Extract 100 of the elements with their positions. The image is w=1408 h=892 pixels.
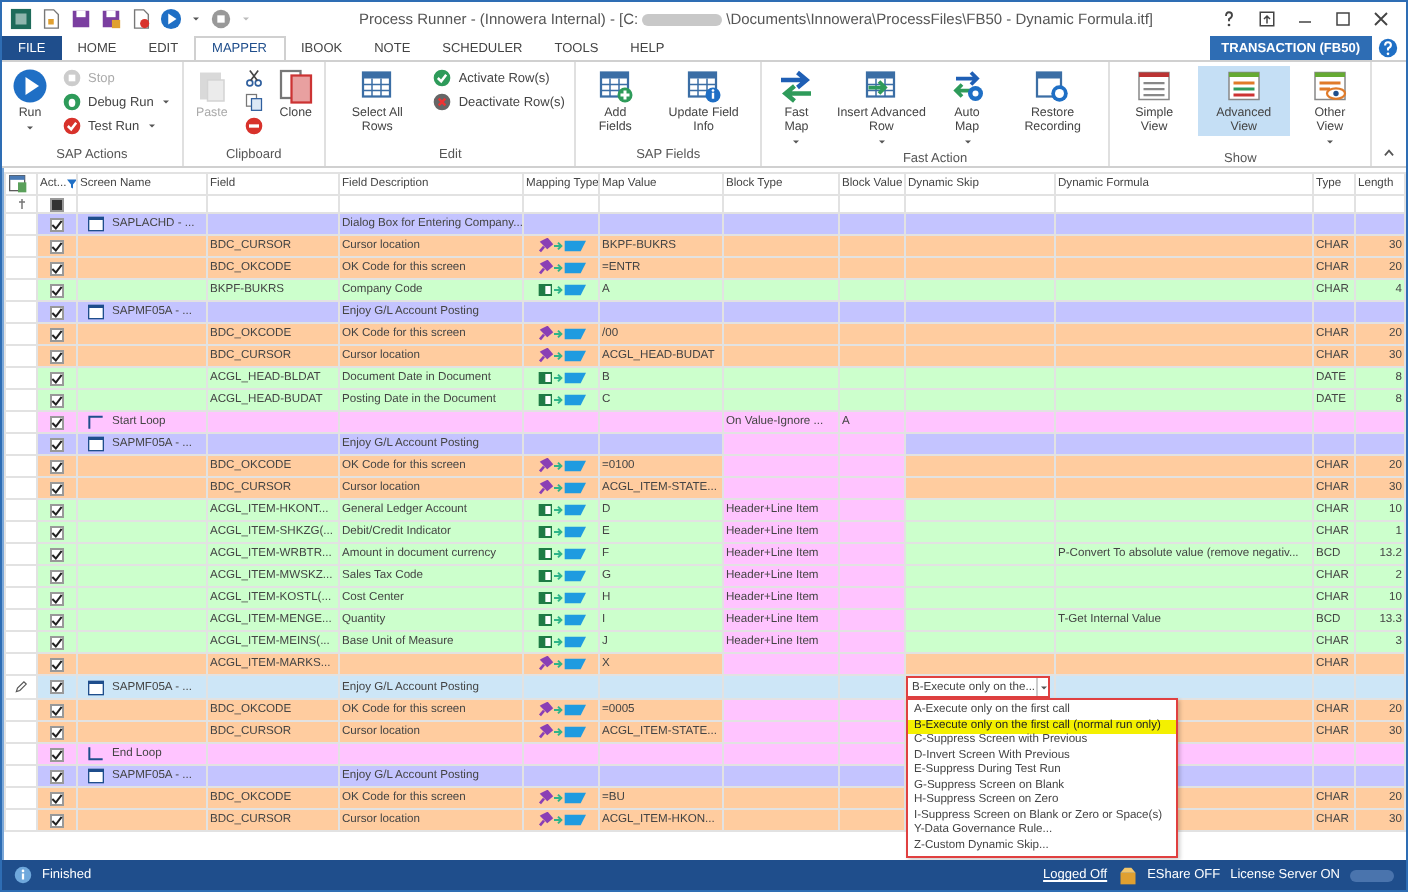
- pin-arrow-icon: [537, 812, 585, 828]
- close-icon[interactable]: [1372, 10, 1390, 28]
- column-chooser-icon[interactable]: [8, 175, 28, 193]
- stop-icon: [62, 68, 82, 88]
- checkbox[interactable]: [50, 327, 64, 341]
- ribbon-toggle-icon[interactable]: [1258, 10, 1276, 28]
- checkbox[interactable]: [50, 371, 64, 385]
- spreadsheet-arrow-icon: [537, 392, 585, 408]
- checkbox[interactable]: [50, 769, 64, 783]
- loop-start-icon: [84, 414, 108, 430]
- pin-arrow-icon: [537, 702, 585, 718]
- redaction-mark: [1350, 869, 1394, 881]
- document-stop-icon[interactable]: [130, 8, 152, 30]
- checkbox[interactable]: [50, 415, 64, 429]
- list-view-icon: [1225, 68, 1262, 104]
- caret-icon: [1037, 681, 1050, 693]
- checkbox[interactable]: [50, 525, 64, 539]
- table-info-icon: [685, 68, 722, 104]
- window-clock-icon: [1034, 68, 1071, 104]
- spreadsheet-arrow-icon: [537, 524, 585, 540]
- spreadsheet-arrow-icon: [537, 370, 585, 386]
- pin-arrow-icon: [537, 458, 585, 474]
- pin-arrow-icon: [537, 724, 585, 740]
- checkbox[interactable]: [50, 657, 64, 671]
- pin-arrow-icon: [537, 260, 585, 276]
- checkbox[interactable]: [50, 459, 64, 473]
- pin-arrow-icon: [537, 790, 585, 806]
- pin-arrow-icon: [537, 348, 585, 364]
- save-icon[interactable]: [70, 8, 92, 30]
- copy-icon: [243, 92, 264, 112]
- table-plus-icon: [597, 68, 634, 104]
- checkbox[interactable]: [50, 813, 64, 827]
- spreadsheet-arrow-icon: [537, 634, 585, 650]
- checkbox[interactable]: [50, 613, 64, 627]
- info-icon: [14, 866, 32, 884]
- box-icon: [1117, 865, 1138, 885]
- spreadsheet-arrow-icon: [537, 546, 585, 562]
- caret-icon: [1323, 136, 1336, 148]
- window-icon: [84, 768, 108, 784]
- checkbox[interactable]: [50, 503, 64, 517]
- checkbox[interactable]: [50, 261, 64, 275]
- play-icon: [12, 68, 48, 104]
- x-circle-icon: [432, 92, 453, 112]
- view-eye-icon: [1311, 68, 1348, 104]
- checkbox[interactable]: [50, 437, 64, 451]
- window-icon: [84, 679, 108, 695]
- pin-arrow-icon: [537, 326, 585, 342]
- checkbox[interactable]: [50, 569, 64, 583]
- list-view-icon: [1136, 68, 1173, 104]
- help-icon[interactable]: [1378, 38, 1398, 58]
- app-icon[interactable]: [10, 8, 32, 30]
- caret-icon: [790, 136, 803, 148]
- window-icon: [84, 304, 108, 320]
- checkbox[interactable]: [50, 305, 64, 319]
- spreadsheet-arrow-icon: [537, 568, 585, 584]
- window-icon: [84, 436, 108, 452]
- spreadsheet-arrow-icon: [537, 502, 585, 518]
- stop-icon[interactable]: [210, 8, 232, 30]
- spreadsheet-arrow-icon: [537, 282, 585, 298]
- play-icon[interactable]: [160, 8, 182, 30]
- pin-arrow-icon: [537, 238, 585, 254]
- pin-arrow-icon: [537, 480, 585, 496]
- checkbox[interactable]: [50, 747, 64, 761]
- collapse-icon[interactable]: [1382, 146, 1396, 160]
- help-icon[interactable]: [1220, 10, 1238, 28]
- pencil-icon: [14, 680, 28, 694]
- caret-icon: [24, 122, 36, 134]
- minus-circle-icon: [243, 116, 264, 136]
- checkbox[interactable]: [50, 591, 64, 605]
- filter-checkbox[interactable]: [50, 197, 64, 211]
- checkbox[interactable]: [50, 393, 64, 407]
- pin-arrow-icon: [537, 656, 585, 672]
- spreadsheet-arrow-icon: [537, 590, 585, 606]
- checkbox[interactable]: [50, 239, 64, 253]
- documents-icon: [277, 68, 314, 104]
- checkbox[interactable]: [50, 703, 64, 717]
- checkbox[interactable]: [50, 283, 64, 297]
- caret-icon: [961, 136, 973, 148]
- table-icon: [359, 68, 396, 104]
- arrows-icon: [949, 68, 985, 104]
- checkbox[interactable]: [50, 791, 64, 805]
- new-document-icon[interactable]: [40, 8, 62, 30]
- check-circle-icon: [432, 68, 453, 88]
- check-circle-icon: [62, 116, 82, 136]
- checkbox[interactable]: [50, 217, 64, 231]
- pin-icon: [15, 198, 27, 210]
- checkbox[interactable]: [50, 481, 64, 495]
- save-as-icon[interactable]: [100, 8, 122, 30]
- arrows-icon: [778, 68, 815, 104]
- redaction-mark: [642, 13, 723, 25]
- checkbox[interactable]: [50, 725, 64, 739]
- caret-icon: [875, 136, 888, 148]
- loop-end-icon: [84, 746, 108, 762]
- spreadsheet-arrow-icon: [537, 612, 585, 628]
- cut-icon: [243, 68, 264, 88]
- checkbox[interactable]: [50, 680, 64, 694]
- maximize-icon[interactable]: [1334, 10, 1352, 28]
- checkbox[interactable]: [50, 547, 64, 561]
- checkbox[interactable]: [50, 349, 64, 363]
- checkbox[interactable]: [50, 635, 64, 649]
